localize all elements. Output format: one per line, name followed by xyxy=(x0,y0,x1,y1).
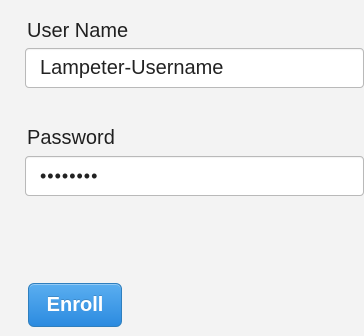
username-field[interactable] xyxy=(25,48,364,88)
enroll-button[interactable]: Enroll xyxy=(28,283,122,327)
password-label: Password xyxy=(27,127,115,149)
password-field[interactable] xyxy=(25,156,364,196)
username-label: User Name xyxy=(27,20,129,42)
